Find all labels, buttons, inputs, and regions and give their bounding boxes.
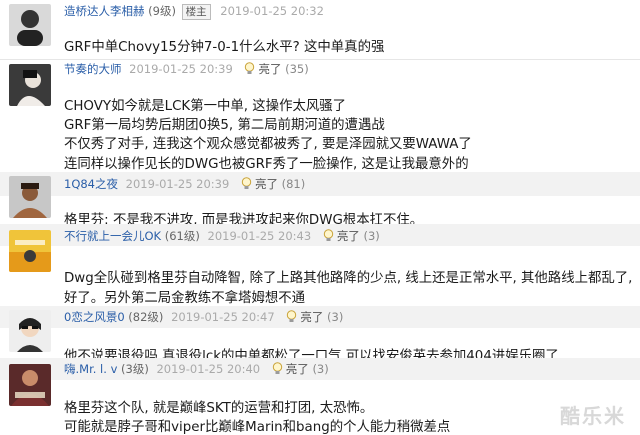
username[interactable]: 嗨.Mr. l. v bbox=[64, 362, 117, 376]
lightbulb-icon bbox=[287, 310, 297, 322]
timestamp: 2019-01-25 20:39 bbox=[125, 177, 230, 191]
username[interactable]: 0恋之风景0 bbox=[64, 310, 125, 324]
like-count: (81) bbox=[281, 177, 306, 191]
like-button[interactable]: 亮了 bbox=[241, 177, 278, 191]
avatar[interactable] bbox=[9, 4, 51, 46]
username[interactable]: 1Q84之夜 bbox=[64, 177, 118, 191]
comment-meta: 0恋之风景0 (82级) 2019-01-25 20:47 亮了 (3) bbox=[64, 309, 343, 325]
username[interactable]: 不行就上一会儿OK bbox=[64, 229, 161, 243]
like-label: 亮了 bbox=[285, 362, 309, 376]
lightbulb-icon bbox=[323, 229, 334, 241]
username[interactable]: 节奏的大师 bbox=[64, 62, 122, 76]
comment-text: GRF中单Chovy15分钟7-0-1什么水平? 这中单真的强 bbox=[64, 40, 385, 55]
like-label: 亮了 bbox=[300, 310, 324, 324]
like-label: 亮了 bbox=[336, 229, 360, 243]
comment-text: 可能就是脖子哥和viper比巅峰Marin和bang的个人能力稍微差点 bbox=[64, 420, 451, 435]
avatar[interactable] bbox=[9, 230, 51, 272]
user-level: (61级) bbox=[164, 229, 200, 243]
like-button[interactable]: 亮了 bbox=[272, 362, 309, 376]
user-level: (82级) bbox=[128, 310, 164, 324]
comment-text: 好了。另外第二局金教练不拿塔姆想不通 bbox=[64, 291, 306, 306]
like-button[interactable]: 亮了 bbox=[323, 229, 360, 243]
lightbulb-icon bbox=[241, 177, 252, 189]
timestamp: 2019-01-25 20:47 bbox=[171, 310, 275, 324]
avatar[interactable] bbox=[9, 310, 51, 352]
comment-meta: 节奏的大师 2019-01-25 20:39 亮了 (35) bbox=[64, 61, 309, 77]
timestamp: 2019-01-25 20:39 bbox=[129, 62, 233, 76]
like-button[interactable]: 亮了 bbox=[244, 62, 281, 76]
like-label: 亮了 bbox=[254, 177, 278, 191]
divider bbox=[0, 59, 640, 60]
like-label: 亮了 bbox=[258, 62, 282, 76]
op-badge: 楼主 bbox=[181, 4, 211, 20]
timestamp: 2019-01-25 20:32 bbox=[220, 4, 324, 18]
comment-text: 格里芬这个队, 就是巅峰SKT的运营和打团, 太恐怖。 bbox=[64, 401, 374, 416]
comment-text: Dwg全队碰到格里芬自动降智, 除了上路其他路降的少点, 线上还是正常水平, 其… bbox=[64, 271, 633, 286]
like-count: (3) bbox=[363, 229, 380, 243]
timestamp: 2019-01-25 20:43 bbox=[207, 229, 312, 243]
comment-text: GRF第一局均势后期团0换5, 第二局前期河道的遭遇战 bbox=[64, 118, 385, 133]
comment-meta: 嗨.Mr. l. v (3级) 2019-01-25 20:40 亮了 (3) bbox=[64, 361, 329, 377]
comment-text: 连同样以操作见长的DWG也被GRF秀了一脸操作, 这是让我最意外的 bbox=[64, 157, 469, 172]
watermark: 酷乐米 bbox=[560, 404, 626, 428]
user-level: (9级) bbox=[148, 4, 176, 18]
like-count: (35) bbox=[285, 62, 309, 76]
avatar[interactable] bbox=[9, 364, 51, 406]
comment-meta: 1Q84之夜 2019-01-25 20:39 亮了 (81) bbox=[64, 176, 305, 192]
like-count: (3) bbox=[327, 310, 344, 324]
lightbulb-icon bbox=[272, 362, 282, 374]
avatar[interactable] bbox=[9, 176, 51, 218]
comment-text: CHOVY如今就是LCK第一中单, 这操作太风骚了 bbox=[64, 99, 347, 114]
comment-meta: 造桥达人李相赫 (9级) 楼主 2019-01-25 20:32 bbox=[64, 3, 324, 20]
avatar[interactable] bbox=[9, 64, 51, 106]
username[interactable]: 造桥达人李相赫 bbox=[64, 4, 145, 18]
like-button[interactable]: 亮了 bbox=[286, 310, 323, 324]
user-level: (3级) bbox=[121, 362, 149, 376]
comment-text: 不仅秀了对手, 连我这个观众感觉都被秀了, 要是泽园就又要WAWA了 bbox=[64, 137, 472, 152]
comment-meta: 不行就上一会儿OK (61级) 2019-01-25 20:43 亮了 (3) bbox=[64, 228, 380, 244]
like-count: (3) bbox=[312, 362, 329, 376]
lightbulb-icon bbox=[245, 62, 255, 74]
timestamp: 2019-01-25 20:40 bbox=[156, 362, 261, 376]
